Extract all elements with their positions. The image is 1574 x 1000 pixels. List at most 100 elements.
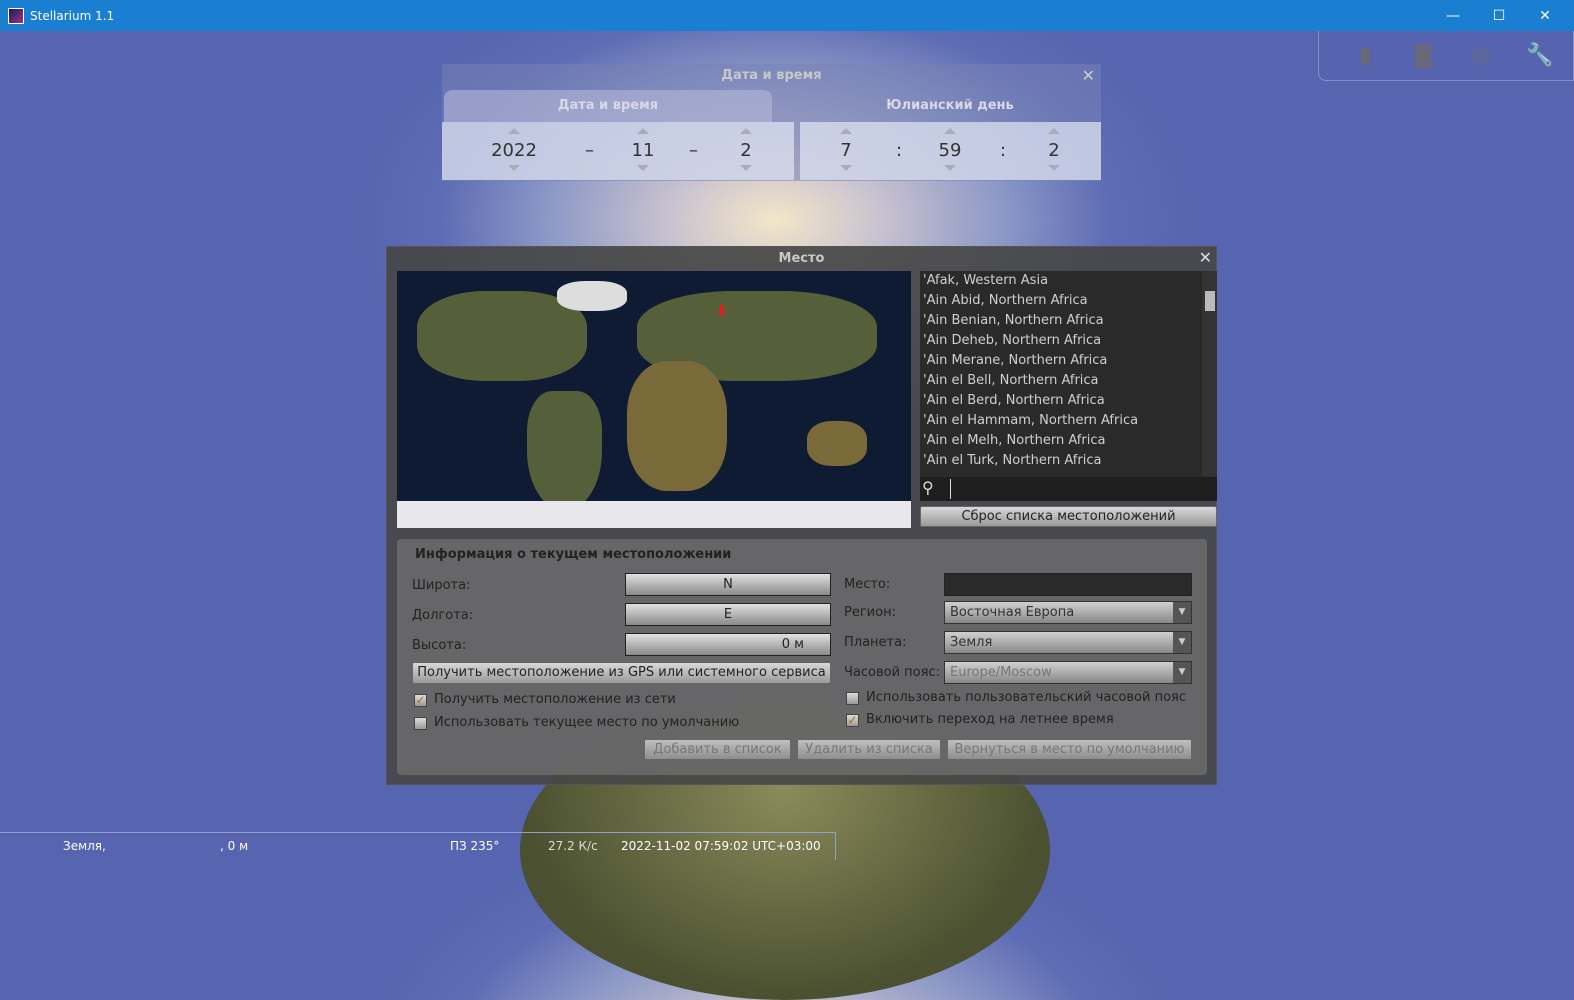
- location-marker-icon: ⬇: [715, 301, 729, 320]
- chevron-down-icon: ▼: [1173, 632, 1191, 653]
- day-spinner[interactable]: 2: [716, 140, 776, 161]
- month-spinner[interactable]: 11: [613, 140, 673, 161]
- longitude-label: Долгота:: [412, 608, 474, 623]
- dst-checkbox[interactable]: ✓: [846, 714, 859, 727]
- maximize-button[interactable]: ☐: [1476, 0, 1522, 31]
- hour-down-icon[interactable]: [840, 165, 852, 171]
- month-down-icon[interactable]: [637, 165, 649, 171]
- list-item[interactable]: 'Ain Deheb, Northern Africa: [920, 331, 1217, 351]
- status-planet: Земля,: [63, 839, 106, 853]
- current-location-info: Информация о текущем местоположении Широ…: [397, 539, 1207, 775]
- location-search: ⚲: [920, 477, 1217, 501]
- custom-timezone-checkbox[interactable]: [846, 692, 859, 705]
- datetime-dialog-title: Дата и время: [721, 68, 822, 83]
- month-up-icon[interactable]: [637, 128, 649, 134]
- screen-icon[interactable]: ◙: [1410, 43, 1436, 69]
- search-input[interactable]: [950, 479, 1210, 499]
- location-close-icon[interactable]: ✕: [1199, 248, 1212, 267]
- window-title: Stellarium 1.1: [30, 8, 115, 23]
- second-up-icon[interactable]: [1048, 128, 1060, 134]
- minute-up-icon[interactable]: [944, 128, 956, 134]
- altitude-field[interactable]: 0 м: [625, 633, 831, 656]
- hour-spinner[interactable]: 7: [816, 140, 876, 161]
- custom-timezone-label: Использовать пользовательский часовой по…: [866, 690, 1187, 705]
- app-logo-icon: [8, 7, 24, 24]
- search-icon: ⚲: [922, 478, 934, 497]
- latitude-field[interactable]: N: [625, 573, 831, 596]
- location-list[interactable]: 'Afak, Western Asia 'Ain Abid, Northern …: [920, 271, 1217, 477]
- altitude-label: Высота:: [412, 638, 467, 653]
- window-titlebar: Stellarium 1.1 — ☐ ✕: [0, 0, 1574, 31]
- minute-spinner[interactable]: 59: [920, 140, 980, 161]
- region-label: Регион:: [844, 605, 896, 620]
- gps-location-button[interactable]: Получить местоположение из GPS или систе…: [412, 662, 831, 684]
- place-label: Место:: [844, 577, 891, 592]
- list-item[interactable]: 'Ain el Turk, Northern Africa: [920, 451, 1217, 471]
- list-item[interactable]: 'Ain el Berd, Northern Africa: [920, 391, 1217, 411]
- region-select[interactable]: Восточная Европа ▼: [944, 601, 1192, 624]
- world-map[interactable]: ⬇: [397, 271, 911, 528]
- close-button[interactable]: ✕: [1522, 0, 1568, 31]
- place-field[interactable]: [944, 573, 1192, 596]
- planet-value: Земля: [950, 635, 993, 650]
- status-fps: 27.2 К/с: [548, 839, 598, 853]
- timezone-select[interactable]: Europe/Moscow ▼: [944, 661, 1192, 684]
- region-value: Восточная Европа: [950, 605, 1075, 620]
- day-up-icon[interactable]: [740, 128, 752, 134]
- info-heading: Информация о текущем местоположении: [415, 547, 732, 562]
- date-separator: –: [585, 140, 594, 161]
- top-right-toolbar: ▮ ◙ ◎ 🔧: [1318, 31, 1574, 81]
- target-icon[interactable]: ◎: [1468, 43, 1494, 69]
- timezone-value: Europe/Moscow: [950, 665, 1052, 680]
- date-separator: –: [689, 140, 698, 161]
- trash-icon[interactable]: ▮: [1352, 43, 1378, 69]
- location-dialog-title: Место: [778, 251, 825, 266]
- net-location-checkbox[interactable]: ✓: [414, 694, 427, 707]
- dst-label: Включить переход на летнее время: [866, 712, 1114, 727]
- list-item[interactable]: 'Ain Benian, Northern Africa: [920, 311, 1217, 331]
- status-bar: Земля, , 0 м ПЗ 235° 27.2 К/с 2022-11-02…: [0, 832, 836, 860]
- wrench-icon[interactable]: 🔧: [1526, 43, 1553, 69]
- tab-julian-day[interactable]: Юлианский день: [800, 90, 1100, 122]
- second-down-icon[interactable]: [1048, 165, 1060, 171]
- latitude-label: Широта:: [412, 578, 471, 593]
- location-dialog: Место ✕ ⬇ 'Afak, Western Asia 'Ain Abid,…: [386, 246, 1217, 785]
- year-up-icon[interactable]: [508, 128, 520, 134]
- net-location-label: Получить местоположение из сети: [434, 692, 676, 707]
- default-location-checkbox[interactable]: [414, 717, 427, 730]
- chevron-down-icon: ▼: [1173, 602, 1191, 623]
- status-datetime: 2022-11-02 07:59:02 UTC+03:00: [621, 839, 821, 853]
- list-item[interactable]: 'Ain Abid, Northern Africa: [920, 291, 1217, 311]
- chevron-down-icon: ▼: [1173, 662, 1191, 683]
- tab-date-time[interactable]: Дата и время: [444, 90, 772, 122]
- default-location-label: Использовать текущее место по умолчанию: [434, 715, 740, 730]
- status-fov: ПЗ 235°: [450, 839, 500, 853]
- time-separator: :: [896, 140, 903, 161]
- list-item[interactable]: 'Ain el Melh, Northern Africa: [920, 431, 1217, 451]
- add-to-list-button[interactable]: Добавить в список: [644, 739, 791, 760]
- minute-down-icon[interactable]: [944, 165, 956, 171]
- list-item[interactable]: 'Ain el Hammam, Northern Africa: [920, 411, 1217, 431]
- longitude-field[interactable]: E: [625, 603, 831, 626]
- planet-select[interactable]: Земля ▼: [944, 631, 1192, 654]
- list-item[interactable]: 'Ain Merane, Northern Africa: [920, 351, 1217, 371]
- hour-up-icon[interactable]: [840, 128, 852, 134]
- planet-label: Планета:: [844, 635, 907, 650]
- location-list-scrollbar[interactable]: [1202, 271, 1217, 477]
- time-separator: :: [1000, 140, 1007, 161]
- timezone-label: Часовой пояс:: [844, 665, 940, 680]
- day-down-icon[interactable]: [740, 165, 752, 171]
- datetime-dialog: Дата и время ✕ Дата и время Юлианский де…: [442, 64, 1101, 181]
- list-item[interactable]: 'Afak, Western Asia: [920, 271, 1217, 291]
- year-spinner[interactable]: 2022: [484, 140, 544, 161]
- second-spinner[interactable]: 2: [1024, 140, 1084, 161]
- time-spinners: 7 : 59 : 2: [800, 122, 1101, 180]
- return-default-location-button[interactable]: Вернуться в место по умолчанию: [947, 739, 1192, 760]
- year-down-icon[interactable]: [508, 165, 520, 171]
- datetime-close-icon[interactable]: ✕: [1082, 66, 1095, 85]
- minimize-button[interactable]: —: [1430, 0, 1476, 31]
- date-spinners: 2022 – 11 – 2: [442, 122, 794, 180]
- reset-location-list-button[interactable]: Сброс списка местоположений: [920, 506, 1217, 527]
- delete-from-list-button[interactable]: Удалить из списка: [797, 739, 941, 760]
- list-item[interactable]: 'Ain el Bell, Northern Africa: [920, 371, 1217, 391]
